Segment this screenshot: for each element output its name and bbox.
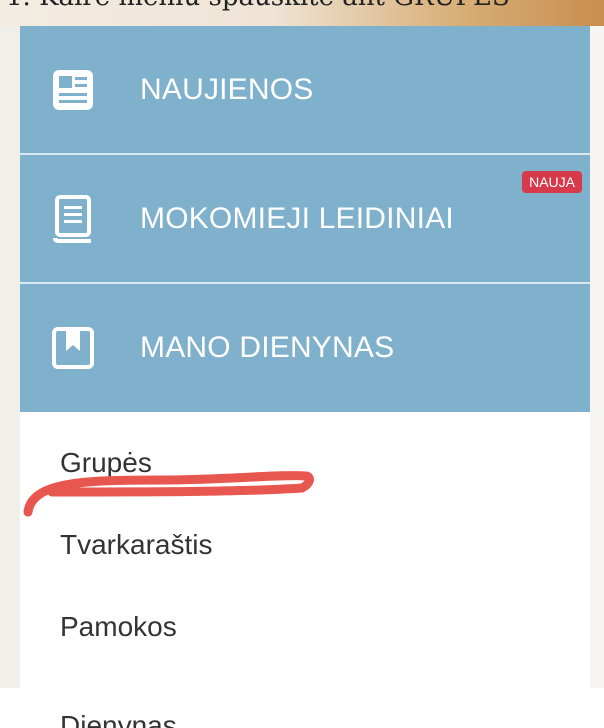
right-edge <box>590 26 604 688</box>
submenu-label: Pamokos <box>60 611 177 642</box>
menu-label: MOKOMIEJI LEIDINIAI <box>140 201 454 235</box>
new-badge: NAUJA <box>522 171 582 193</box>
menu-label: MANO DIENYNAS <box>140 331 395 364</box>
book-icon <box>46 192 100 246</box>
newspaper-icon <box>46 63 100 117</box>
menu-item-mano-dienynas[interactable]: MANO DIENYNAS <box>20 284 590 412</box>
bookmark-icon <box>46 321 100 375</box>
submenu: Grupės Tvarkaraštis Pamokos Dienynas <box>20 412 590 728</box>
submenu-item-pamokos[interactable]: Pamokos <box>20 586 590 668</box>
sidebar-menu: NAUJIENOS MOKOMIEJI LEIDINIAI NAUJA MANO… <box>20 26 590 728</box>
submenu-label: Tvarkaraštis <box>60 529 213 560</box>
instruction-caption: 1. Kairė meniu spauskite ant GRUPĖS <box>6 0 510 12</box>
menu-label: NAUJIENOS <box>140 72 314 106</box>
left-edge <box>0 26 20 688</box>
submenu-item-dienynas[interactable]: Dienynas <box>20 668 590 728</box>
submenu-label: Dienynas <box>60 710 177 728</box>
menu-item-naujienos[interactable]: NAUJIENOS <box>20 26 590 155</box>
highlight-underline-annotation <box>23 471 314 517</box>
menu-item-mokomieji-leidiniai[interactable]: MOKOMIEJI LEIDINIAI NAUJA <box>20 155 590 284</box>
